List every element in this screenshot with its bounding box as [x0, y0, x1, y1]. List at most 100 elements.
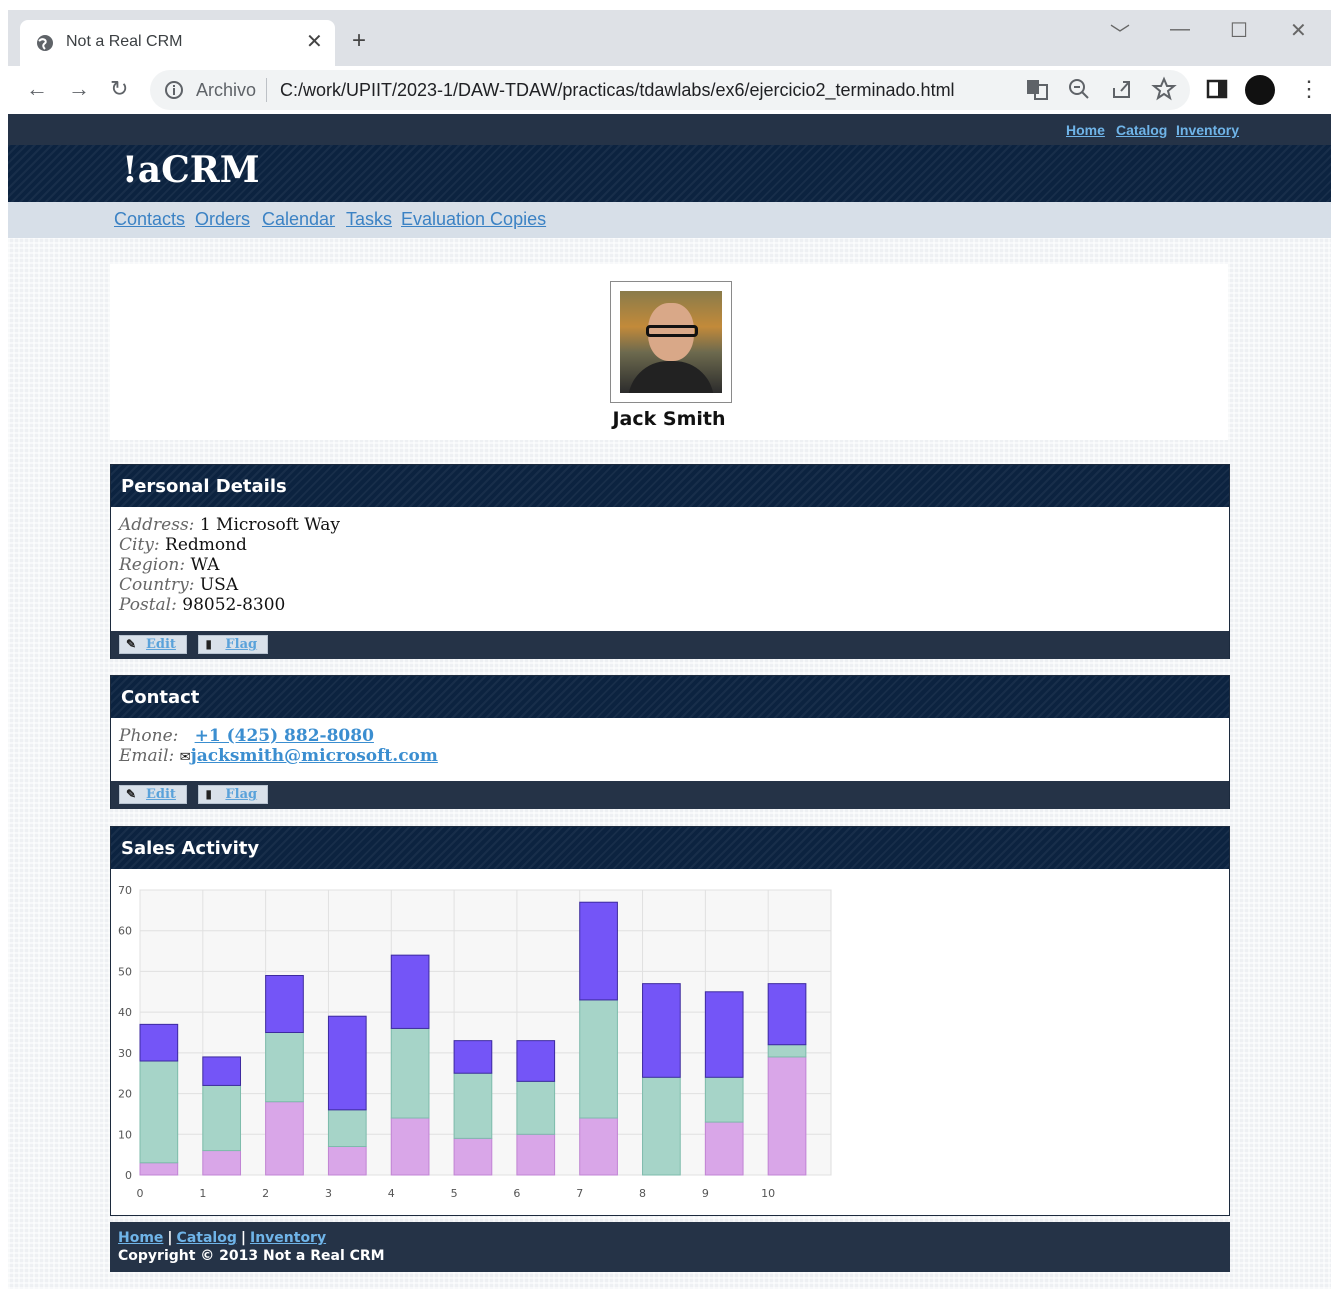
panel-title: Personal Details: [111, 465, 1229, 507]
x-tick-label: 6: [513, 1187, 520, 1200]
top-link-inventory[interactable]: Inventory: [1176, 122, 1239, 138]
nav-tasks[interactable]: Tasks: [346, 209, 392, 230]
translate-icon[interactable]: [1024, 76, 1050, 102]
y-tick-label: 60: [118, 925, 132, 938]
browser-tab[interactable]: Not a Real CRM ✕: [20, 20, 335, 66]
city-label: City:: [119, 535, 160, 555]
y-tick-label: 0: [125, 1169, 132, 1182]
close-window-icon[interactable]: ✕: [1290, 18, 1307, 43]
bookmark-star-icon[interactable]: [1151, 76, 1177, 102]
menu-kebab-icon[interactable]: ⋮: [1298, 76, 1320, 102]
web-page: Home Catalog Inventory !aCRM Contacts Or…: [8, 114, 1331, 1289]
info-icon[interactable]: [164, 80, 184, 100]
site-logo[interactable]: !aCRM: [122, 149, 260, 191]
bar-segment: [139, 1023, 179, 1062]
zoom-icon[interactable]: [1066, 76, 1092, 102]
personal-details-body: Address: 1 Microsoft Way City: Redmond R…: [111, 507, 1229, 631]
nav-contacts[interactable]: Contacts: [114, 209, 185, 230]
panel-title: Sales Activity: [111, 827, 1229, 869]
edit-button[interactable]: ✎ Edit: [119, 635, 187, 654]
bar-segment: [642, 1076, 681, 1176]
x-tick-label: 10: [761, 1187, 775, 1200]
postal-label: Postal:: [119, 595, 177, 615]
phone-label: Phone:: [119, 726, 179, 746]
panel-title: Contact: [111, 676, 1229, 718]
region-value: WA: [190, 555, 220, 575]
y-tick-label: 10: [118, 1128, 132, 1141]
bar-segment: [516, 1040, 556, 1082]
address-label: Address:: [119, 515, 195, 535]
email-link[interactable]: jacksmith@microsoft.com: [191, 746, 438, 766]
forward-icon[interactable]: →: [68, 76, 90, 102]
divider: [266, 78, 267, 102]
bar-segment: [327, 1015, 367, 1111]
new-tab-button[interactable]: +: [352, 28, 366, 54]
x-tick-label: 3: [325, 1187, 332, 1200]
bar-segment: [139, 1060, 179, 1164]
edit-link[interactable]: Edit: [146, 637, 176, 652]
pencil-icon: ✎: [126, 787, 137, 801]
minimize-icon[interactable]: —: [1170, 18, 1190, 41]
footer-link-home[interactable]: Home: [118, 1230, 163, 1246]
flag-button[interactable]: ▮ Flag: [198, 785, 269, 804]
site-banner: !aCRM: [8, 145, 1331, 202]
postal-value: 98052-8300: [182, 595, 286, 615]
x-tick-label: 9: [702, 1187, 709, 1200]
address-value: 1 Microsoft Way: [199, 515, 340, 535]
x-tick-label: 1: [199, 1187, 206, 1200]
url-text[interactable]: C:/work/UPIIT/2023-1/DAW-TDAW/practicas/…: [280, 80, 955, 101]
top-link-catalog[interactable]: Catalog: [1116, 122, 1167, 138]
browser-window: Not a Real CRM ✕ + ﹀ — ☐ ✕ ← → ↻ Archivo…: [8, 10, 1331, 1289]
bar-segment: [579, 999, 618, 1119]
pencil-icon: ✎: [126, 637, 137, 651]
edit-button[interactable]: ✎ Edit: [119, 785, 187, 804]
contact-body: Phone: +1 (425) 882-8080 Email: ✉jacksmi…: [111, 718, 1229, 781]
bar-segment: [453, 1137, 493, 1176]
envelope-icon: ✉: [179, 750, 191, 765]
x-tick-label: 8: [639, 1187, 646, 1200]
top-link-home[interactable]: Home: [1066, 122, 1105, 138]
nav-orders[interactable]: Orders: [195, 209, 250, 230]
footer-link-inventory[interactable]: Inventory: [250, 1230, 326, 1246]
profile-card: Jack Smith: [110, 264, 1228, 440]
bar-segment: [453, 1040, 493, 1074]
edit-link[interactable]: Edit: [146, 787, 176, 802]
profile-avatar[interactable]: [1245, 75, 1275, 105]
bar-segment: [327, 1146, 367, 1176]
back-icon[interactable]: ←: [26, 76, 48, 102]
side-panel-icon[interactable]: [1204, 76, 1230, 102]
footer-link-catalog[interactable]: Catalog: [177, 1230, 237, 1246]
flag-button[interactable]: ▮ Flag: [198, 635, 269, 654]
nav-calendar[interactable]: Calendar: [262, 209, 335, 230]
tab-title: Not a Real CRM: [66, 33, 183, 50]
bar-segment: [579, 1117, 618, 1176]
copyright: Copyright © 2013 Not a Real CRM: [118, 1248, 385, 1264]
phone-link[interactable]: +1 (425) 882-8080: [195, 726, 374, 746]
sales-chart: 0 10 20 30 40 50 60 70 0 1 2 3 4 5 6 7 8 9 10: [118, 884, 832, 1200]
globe-icon: [37, 35, 53, 51]
main-nav: Contacts Orders Calendar Tasks Evaluatio…: [8, 202, 1331, 238]
share-icon[interactable]: [1109, 76, 1135, 102]
flag-link[interactable]: Flag: [225, 637, 257, 652]
flag-link[interactable]: Flag: [225, 787, 257, 802]
bar-segment: [265, 975, 304, 1033]
tab-bar: Not a Real CRM ✕ + ﹀ — ☐ ✕: [8, 10, 1331, 66]
panel-footer: ✎ Edit ▮ Flag: [111, 631, 1229, 659]
bar-segment: [579, 901, 618, 1001]
bar-segment: [516, 1133, 556, 1176]
maximize-icon[interactable]: ☐: [1230, 18, 1248, 43]
divider: |: [240, 1230, 246, 1246]
bookmark-icon: ▮: [205, 637, 213, 651]
bar-segment: [767, 983, 807, 1046]
nav-evaluation-copies[interactable]: Evaluation Copies: [401, 209, 546, 230]
scheme-label: Archivo: [196, 80, 257, 100]
y-tick-label: 20: [118, 1088, 132, 1101]
reload-icon[interactable]: ↻: [110, 76, 128, 102]
close-tab-icon[interactable]: ✕: [306, 30, 323, 54]
country-value: USA: [199, 575, 239, 595]
contact-panel: Contact Phone: +1 (425) 882-8080 Email: …: [110, 675, 1230, 809]
country-label: Country:: [119, 575, 195, 595]
tab-search-icon[interactable]: ﹀: [1110, 18, 1130, 47]
bar-segment: [642, 983, 681, 1078]
x-tick-label: 2: [262, 1187, 269, 1200]
